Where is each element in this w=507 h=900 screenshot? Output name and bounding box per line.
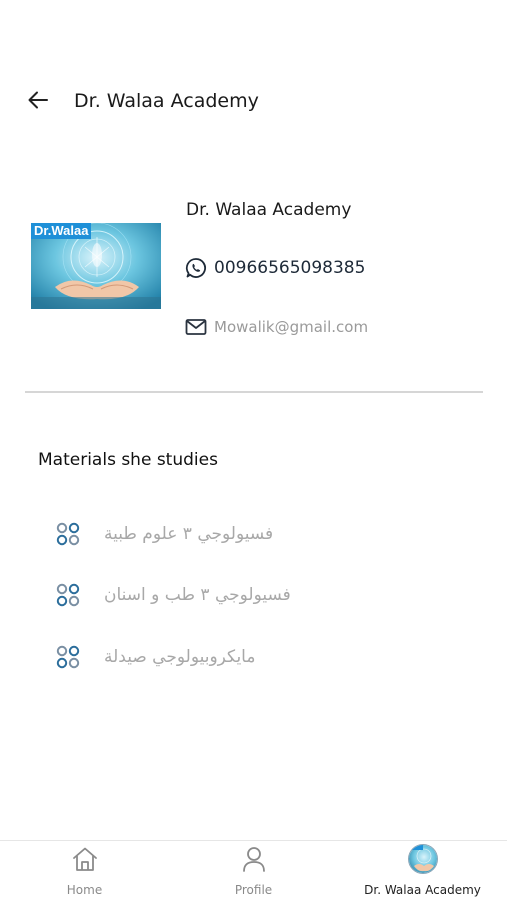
phone-number: 00966565098385	[214, 258, 366, 278]
profile-thumbnail: Dr.Walaa	[31, 223, 161, 309]
nav-item-academy[interactable]: Dr. Walaa Academy	[338, 841, 507, 900]
bottom-navigation: Home Profile Dr. Walaa Academy	[0, 840, 507, 900]
email-row[interactable]: Mowalik@gmail.com	[184, 315, 368, 339]
material-label: فسيولوجي ٣ طب و اسنان	[104, 585, 291, 605]
back-button[interactable]	[22, 86, 54, 118]
person-icon	[238, 843, 270, 875]
list-item[interactable]: فسيولوجي ٣ علوم طبية	[54, 514, 273, 554]
material-label: فسيولوجي ٣ علوم طبية	[104, 524, 274, 544]
grid-circles-icon	[54, 643, 82, 671]
phone-row[interactable]: 00966565098385	[184, 256, 365, 280]
list-item[interactable]: مايكروبيولوجي صيدلة	[54, 637, 255, 677]
nav-item-profile[interactable]: Profile	[169, 841, 338, 900]
whatsapp-icon	[184, 256, 208, 280]
nav-label-home: Home	[66, 883, 103, 897]
avatar	[407, 844, 438, 874]
page-title: Dr. Walaa Academy	[74, 90, 259, 112]
profile-name: Dr. Walaa Academy	[186, 200, 352, 220]
materials-section-title: Materials she studies	[38, 450, 218, 470]
nav-item-home[interactable]: Home	[0, 841, 169, 900]
app-bar: Dr. Walaa Academy	[0, 78, 507, 126]
material-label: مايكروبيولوجي صيدلة	[104, 647, 256, 667]
grid-circles-icon	[54, 581, 82, 609]
nav-label-academy: Dr. Walaa Academy	[364, 883, 481, 897]
profile-card: Dr.Walaa Dr. Walaa Academy 0096656509838…	[0, 190, 507, 350]
nav-label-profile: Profile	[234, 883, 273, 897]
list-item[interactable]: فسيولوجي ٣ طب و اسنان	[54, 575, 291, 615]
mail-icon	[184, 315, 208, 339]
arrow-left-icon	[27, 89, 49, 115]
section-divider	[25, 391, 483, 393]
email-address: Mowalik@gmail.com	[214, 318, 369, 336]
home-icon	[69, 843, 101, 875]
thumbnail-brand-text: Dr.Walaa	[31, 223, 92, 239]
grid-circles-icon	[54, 520, 82, 548]
